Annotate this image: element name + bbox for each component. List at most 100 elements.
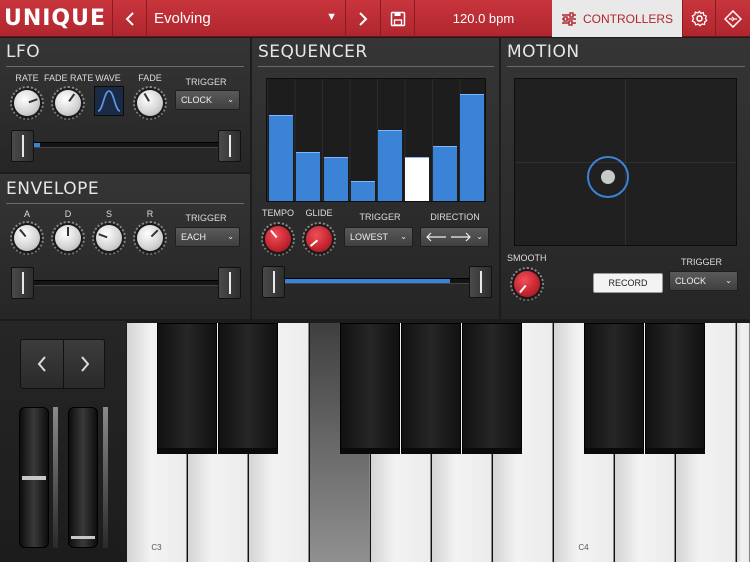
save-icon — [390, 11, 405, 26]
chevron-down-icon: ⌄ — [725, 276, 732, 285]
performance-strip — [0, 321, 126, 562]
key-label-c4: C4 — [578, 543, 589, 552]
chevron-right-icon — [359, 11, 368, 26]
smooth-label: SMOOTH — [507, 253, 547, 263]
fade-label: FADE — [138, 73, 162, 83]
sequencer-step-bar[interactable] — [405, 157, 430, 201]
motion-trigger-dropdown[interactable]: CLOCK ⌄ — [669, 271, 738, 291]
next-preset-button[interactable] — [345, 0, 380, 37]
release-knob[interactable] — [137, 225, 163, 251]
lfo-trigger-dropdown[interactable]: CLOCK ⌄ — [175, 90, 240, 110]
sequencer-divider — [258, 66, 494, 67]
pitch-wheel-rail — [53, 407, 58, 548]
chevron-down-icon: ▼ — [326, 11, 337, 23]
octave-down-button[interactable] — [21, 340, 63, 388]
sequencer-step-bar[interactable] — [378, 130, 402, 201]
chevron-down-icon: ⌄ — [227, 232, 234, 241]
sequencer-step-bar[interactable] — [269, 115, 293, 201]
settings-button[interactable] — [682, 0, 715, 37]
black-key-d-sharp3[interactable] — [218, 323, 278, 454]
sequencer-step-bar[interactable] — [459, 94, 484, 201]
motion-panel: MOTION SMOOTH RECORD TRIGGER CLOCK ⌄ — [501, 38, 750, 319]
tempo-display[interactable]: 120.0 bpm — [414, 0, 552, 37]
black-key-g-sharp3[interactable] — [401, 323, 461, 454]
xy-pad-cursor-dot — [601, 170, 615, 184]
gear-icon — [691, 10, 707, 27]
fade-rate-label: FADE RATE — [44, 73, 94, 83]
attack-knob[interactable] — [14, 225, 40, 251]
rate-knob[interactable] — [14, 90, 40, 116]
tempo-knob[interactable] — [265, 226, 291, 252]
decay-knob[interactable] — [55, 225, 81, 251]
previous-preset-button[interactable] — [112, 0, 146, 37]
key-label-c3: C3 — [151, 543, 162, 552]
tempo-label: TEMPO — [261, 208, 294, 218]
sequencer-range-max-handle[interactable] — [469, 266, 492, 298]
black-key-a-sharp3[interactable] — [462, 323, 522, 454]
pitch-bend-wheel[interactable] — [19, 407, 49, 548]
motion-divider — [507, 66, 745, 67]
octave-switcher — [20, 339, 105, 389]
lfo-range-track — [32, 142, 220, 148]
black-key-c-sharp4[interactable] — [584, 323, 644, 454]
top-bar: UNIQUE Evolving ▼ 120.0 bpm CONTROLLERS — [0, 0, 750, 37]
controllers-tab[interactable]: CONTROLLERS — [552, 0, 682, 37]
pitch-wheel-marker — [22, 476, 46, 480]
envelope-trigger-label: TRIGGER — [185, 213, 227, 223]
record-button[interactable]: RECORD — [593, 273, 663, 293]
xy-pad-cursor[interactable] — [587, 156, 629, 198]
envelope-range-max-handle[interactable] — [218, 267, 241, 299]
sequencer-step-bar[interactable] — [350, 181, 375, 201]
black-key-c-sharp3[interactable] — [157, 323, 217, 454]
sequencer-trigger-value: LOWEST — [350, 232, 389, 242]
sequencer-range-fill — [285, 279, 450, 283]
chevron-down-icon: ⌄ — [227, 95, 234, 104]
lfo-trigger-value: CLOCK — [181, 95, 213, 105]
smooth-knob[interactable] — [514, 271, 540, 297]
lfo-range-min-handle[interactable] — [11, 130, 34, 162]
arrow-both-icon — [426, 232, 471, 242]
attack-label: A — [23, 209, 30, 219]
motion-title: MOTION — [507, 42, 580, 62]
wave-selector[interactable] — [94, 86, 124, 116]
sequencer-range-min-handle[interactable] — [262, 266, 285, 298]
step-sequencer-grid[interactable] — [266, 78, 486, 202]
preset-selector[interactable]: Evolving ▼ — [146, 0, 345, 37]
chevron-left-icon — [37, 356, 46, 372]
sustain-knob[interactable] — [96, 225, 122, 251]
navigation-button[interactable] — [715, 0, 750, 37]
direction-dropdown[interactable]: ⌄ — [420, 227, 489, 247]
sliders-icon — [561, 11, 576, 26]
glide-knob[interactable] — [306, 226, 332, 252]
fade-knob[interactable] — [137, 90, 163, 116]
rate-label: RATE — [15, 73, 39, 83]
diamond-nav-icon — [724, 9, 742, 28]
mod-wheel-marker — [71, 536, 95, 539]
envelope-range-track — [32, 280, 220, 286]
fade-rate-knob[interactable] — [55, 90, 81, 116]
envelope-trigger-dropdown[interactable]: EACH ⌄ — [175, 227, 240, 247]
octave-up-button[interactable] — [64, 340, 105, 388]
sequencer-trigger-label: TRIGGER — [359, 212, 401, 222]
sequencer-step-bar[interactable] — [323, 157, 348, 201]
envelope-range-min-handle[interactable] — [11, 267, 34, 299]
chevron-left-icon — [125, 11, 134, 26]
lfo-panel: LFO RATE FADE RATE WAVE FADE TRIGGER CLO… — [0, 38, 250, 172]
app-logo: UNIQUE — [3, 6, 107, 31]
black-key-d-sharp4[interactable] — [645, 323, 705, 454]
wave-label: WAVE — [95, 73, 121, 83]
save-button[interactable] — [380, 0, 414, 37]
lfo-range-max-handle[interactable] — [218, 130, 241, 162]
direction-label: DIRECTION — [430, 212, 480, 222]
motion-xy-pad[interactable] — [514, 78, 737, 246]
glide-label: GLIDE — [305, 208, 333, 218]
modulation-wheel[interactable] — [68, 407, 98, 548]
sequencer-panel: SEQUENCER TEMPO GLIDE TRIGGER DIRECTION … — [252, 38, 499, 319]
sequencer-step-bar[interactable] — [432, 146, 457, 201]
white-key-f4[interactable] — [737, 323, 750, 562]
black-key-f-sharp3[interactable] — [340, 323, 400, 454]
release-label: R — [146, 209, 154, 219]
sequencer-step-bar[interactable] — [296, 152, 321, 201]
lfo-divider — [6, 66, 244, 67]
sequencer-trigger-dropdown[interactable]: LOWEST ⌄ — [344, 227, 413, 247]
